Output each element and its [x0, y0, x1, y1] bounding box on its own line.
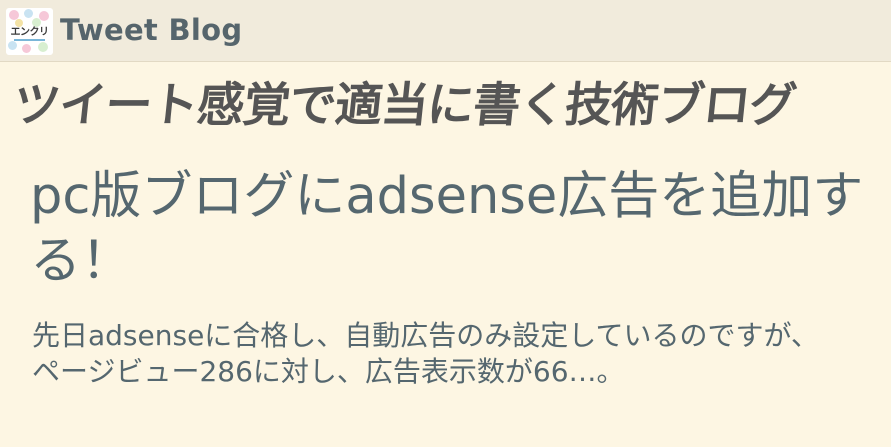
post-excerpt: 先日adsenseに合格し、自動広告のみ設定しているのですが、ページビュー286…: [32, 319, 819, 388]
logo-dot: [8, 41, 17, 50]
logo-dot: [22, 44, 31, 53]
post-title[interactable]: pc版ブログにadsense広告を追加する！: [30, 164, 870, 294]
logo-text: エンクリ: [10, 27, 50, 38]
logo-dot: [38, 42, 48, 52]
site-header: エンクリ Tweet Blog: [0, 0, 891, 62]
logo-underline: [14, 39, 45, 41]
logo-dot: [24, 9, 33, 18]
site-tagline: ツイート感覚で適当に書く技術ブログ: [10, 78, 799, 133]
site-logo[interactable]: エンクリ: [6, 8, 53, 55]
site-name-link[interactable]: Tweet Blog: [60, 13, 242, 47]
